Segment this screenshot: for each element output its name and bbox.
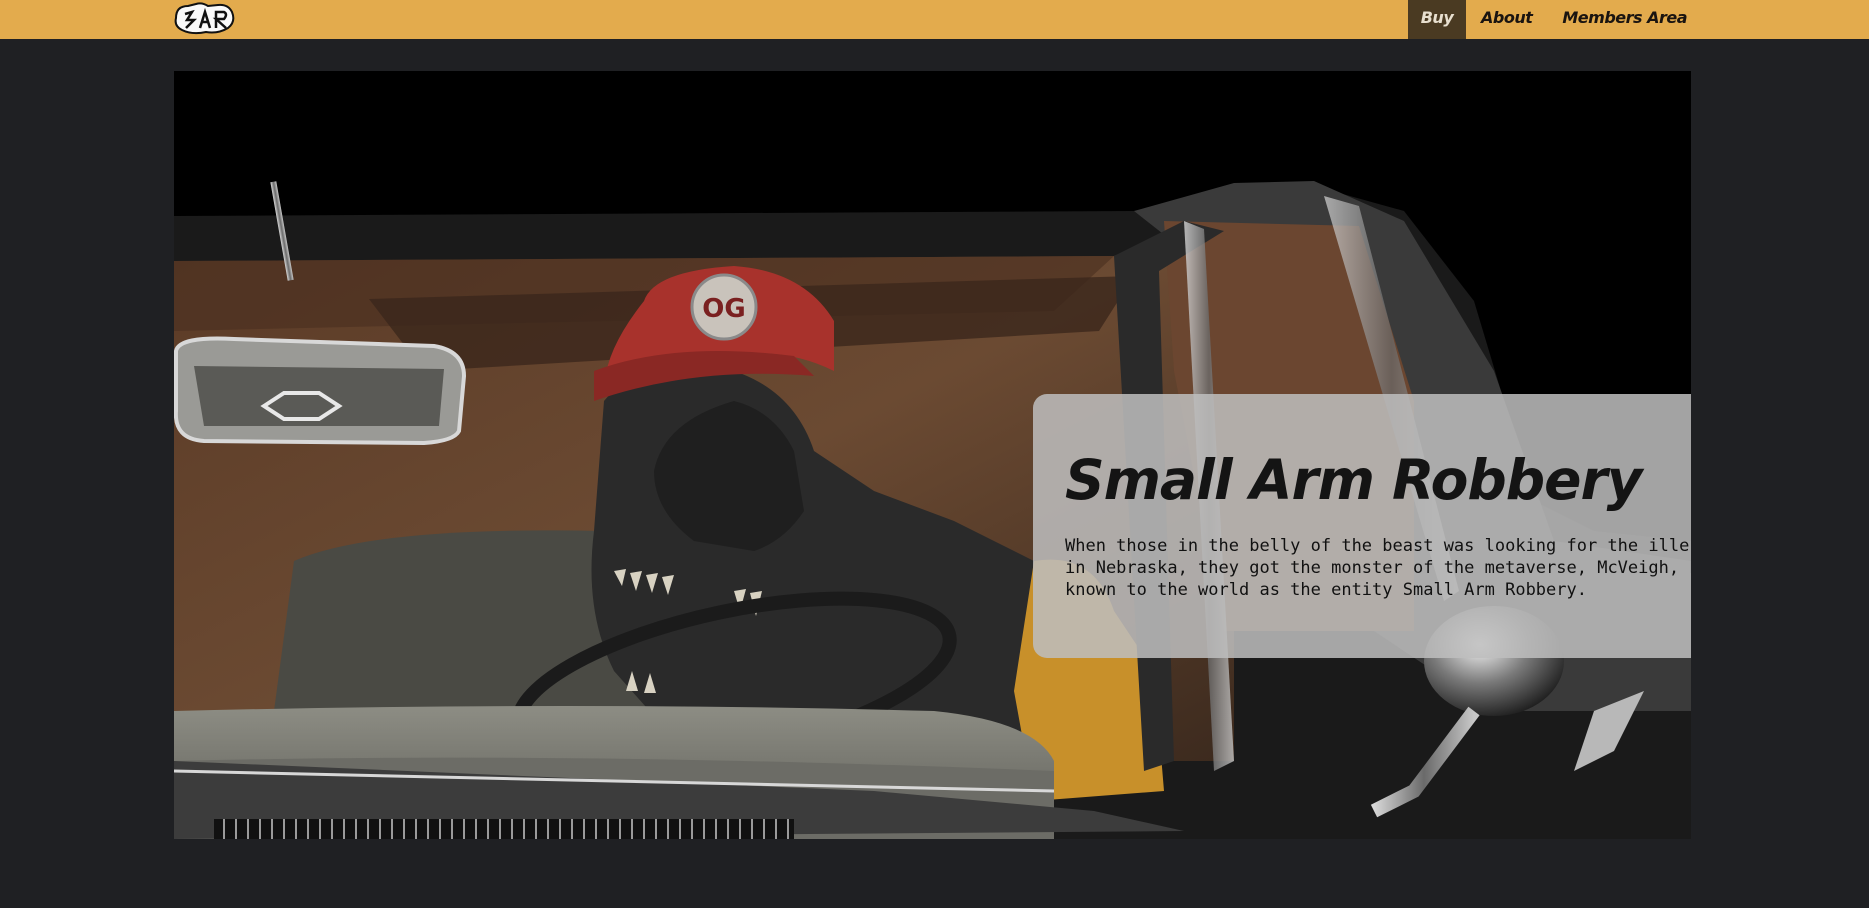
hero-info-card: Small Arm Robbery When those in the bell… (1033, 394, 1691, 658)
top-navbar: Buy About Members Area (0, 0, 1869, 39)
hero-description: When those in the belly of the beast was… (1065, 536, 1691, 600)
hat-badge-text: OG (702, 294, 745, 324)
main-nav: Buy About Members Area (1408, 0, 1688, 39)
nav-members-area-link[interactable]: Members Area (1562, 0, 1687, 39)
hero-title: Small Arm Robbery (1065, 448, 1642, 512)
nav-buy-link[interactable]: Buy (1408, 0, 1466, 39)
sar-logo-icon[interactable] (172, 0, 238, 36)
nav-about-link[interactable]: About (1481, 0, 1533, 39)
hero-banner: OG Small Arm Robbery When those in the b… (174, 71, 1691, 839)
